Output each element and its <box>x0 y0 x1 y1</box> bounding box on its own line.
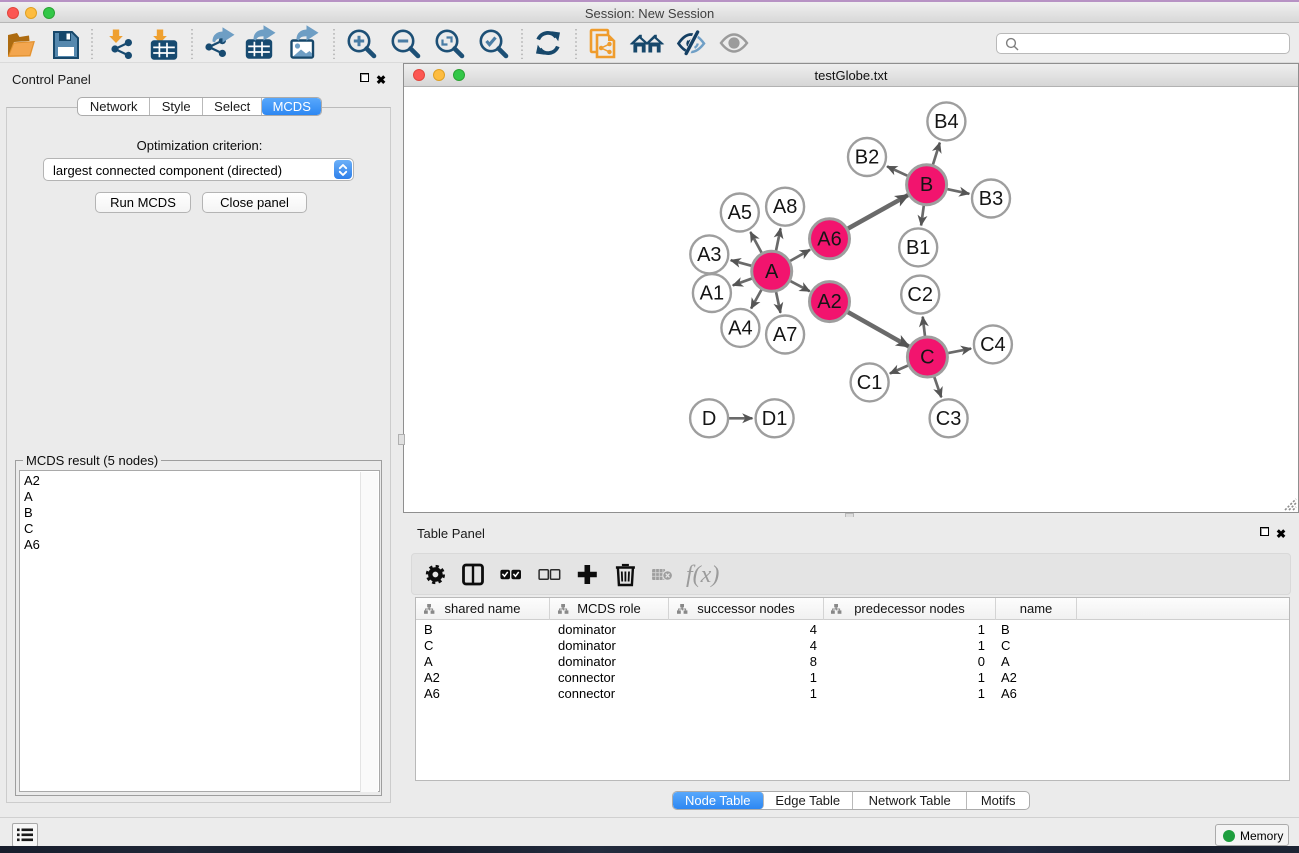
svg-text:A3: A3 <box>697 244 721 266</box>
svg-text:C1: C1 <box>857 372 883 394</box>
svg-text:A2: A2 <box>817 291 841 313</box>
svg-text:f(x): f(x) <box>686 562 719 588</box>
svg-text:B: B <box>920 174 933 196</box>
svg-text:B2: B2 <box>855 147 879 169</box>
svg-text:B3: B3 <box>979 188 1003 210</box>
svg-text:A: A <box>765 261 779 283</box>
svg-text:C: C <box>920 347 934 369</box>
svg-text:A5: A5 <box>728 202 752 224</box>
svg-text:A1: A1 <box>700 283 724 305</box>
svg-text:C4: C4 <box>980 334 1006 356</box>
svg-text:B4: B4 <box>934 111 958 133</box>
svg-text:B1: B1 <box>906 237 930 259</box>
svg-text:A7: A7 <box>773 324 797 346</box>
svg-text:D1: D1 <box>762 408 788 430</box>
svg-text:A6: A6 <box>817 228 841 250</box>
svg-text:A4: A4 <box>728 317 752 339</box>
svg-text:A8: A8 <box>773 196 797 218</box>
svg-text:D: D <box>702 408 716 430</box>
svg-text:C3: C3 <box>936 408 962 430</box>
svg-text:C2: C2 <box>907 284 933 306</box>
